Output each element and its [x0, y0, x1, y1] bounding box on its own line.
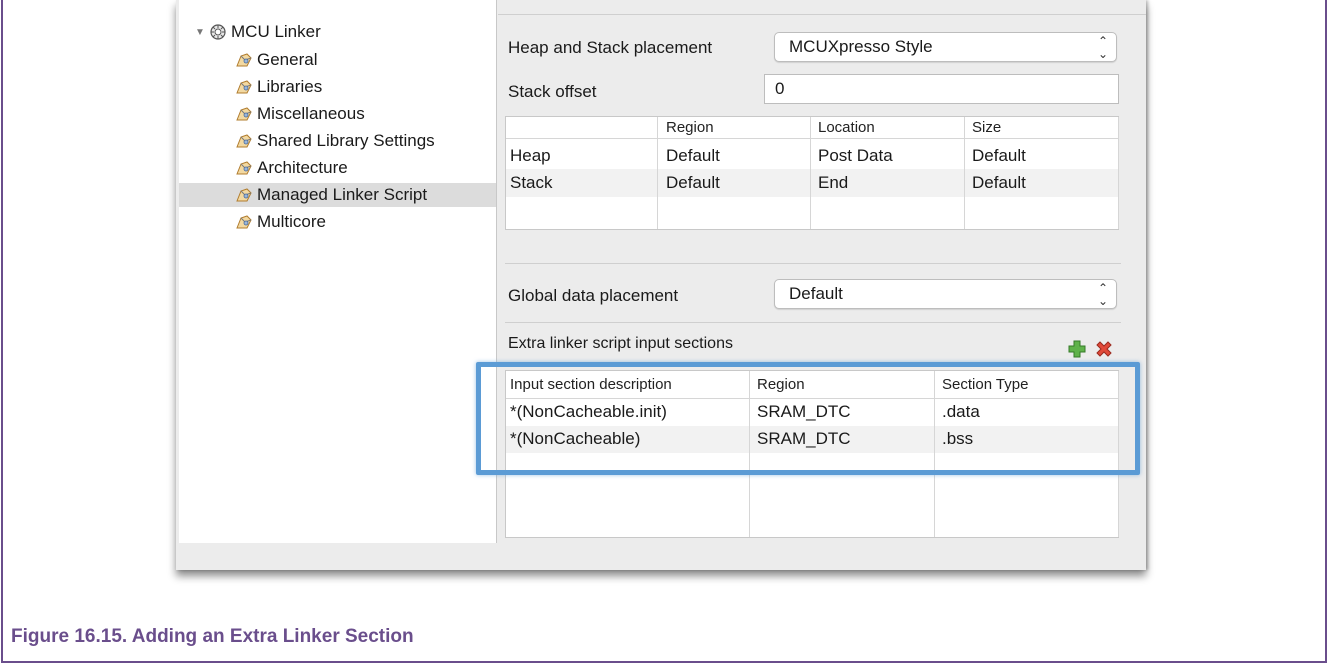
tree-item-label: Libraries: [257, 77, 323, 96]
package-icon: [235, 213, 255, 231]
select-value: MCUXpresso Style: [789, 37, 933, 56]
heap-stack-placement-label: Heap and Stack placement: [508, 38, 713, 57]
package-icon: [235, 51, 255, 69]
table-cell[interactable]: Post Data: [818, 146, 893, 166]
updown-arrows-icon: ⌃ ⌄: [1097, 281, 1108, 308]
global-data-placement-select[interactable]: Default ⌃ ⌄: [774, 279, 1117, 309]
gear-icon: [209, 23, 229, 41]
tree-root-label: MCU Linker: [231, 22, 321, 41]
settings-screenshot: ▼ MCU Linker General Libraries Miscellan…: [176, 0, 1146, 570]
extra-sections-label: Extra linker script input sections: [508, 335, 733, 352]
package-icon: [235, 159, 255, 177]
green-plus-icon[interactable]: [1067, 339, 1087, 359]
table-header: [506, 117, 1118, 139]
tree-item-general[interactable]: General: [235, 48, 317, 72]
tree-item-label: Miscellaneous: [257, 104, 365, 123]
column-header[interactable]: Size: [972, 119, 1001, 136]
divider: [505, 263, 1121, 264]
package-icon: [235, 105, 255, 123]
divider: [505, 322, 1121, 323]
heap-stack-table: Region Location Size Heap Default Post D…: [505, 116, 1119, 230]
tree-item-label: General: [257, 50, 318, 69]
tree-item-managed-linker-script[interactable]: Managed Linker Script: [179, 183, 496, 207]
global-data-placement-label: Global data placement: [508, 286, 679, 305]
tree-item-libraries[interactable]: Libraries: [235, 75, 322, 99]
tree-item-label: Shared Library Settings: [257, 131, 435, 150]
red-x-icon[interactable]: [1094, 339, 1114, 359]
expand-triangle-icon[interactable]: ▼: [195, 27, 209, 38]
tree-item-miscellaneous[interactable]: Miscellaneous: [235, 102, 365, 126]
tree-item-label: Multicore: [257, 212, 326, 231]
table-cell[interactable]: Heap: [510, 146, 551, 166]
table-cell[interactable]: Default: [666, 173, 720, 193]
figure-frame: ▼ MCU Linker General Libraries Miscellan…: [1, 0, 1327, 663]
package-icon: [235, 186, 255, 204]
package-icon: [235, 132, 255, 150]
stack-offset-input[interactable]: 0: [764, 74, 1119, 104]
heap-stack-placement-select[interactable]: MCUXpresso Style ⌃ ⌄: [774, 32, 1117, 62]
tree-item-shared-library-settings[interactable]: Shared Library Settings: [235, 129, 435, 153]
table-cell[interactable]: Default: [972, 146, 1026, 166]
table-row-alt: [506, 169, 1118, 197]
column-header[interactable]: Region: [666, 119, 714, 136]
tree-item-multicore[interactable]: Multicore: [235, 210, 326, 234]
table-cell[interactable]: Default: [972, 173, 1026, 193]
tree-item-mcu-linker[interactable]: ▼ MCU Linker: [195, 20, 321, 44]
table-cell[interactable]: Default: [666, 146, 720, 166]
figure-caption: Figure 16.15. Adding an Extra Linker Sec…: [11, 626, 414, 647]
settings-tree: ▼ MCU Linker General Libraries Miscellan…: [179, 0, 497, 543]
package-icon: [235, 78, 255, 96]
tree-item-architecture[interactable]: Architecture: [235, 156, 348, 180]
stack-offset-label: Stack offset: [508, 82, 597, 101]
divider: [498, 14, 1146, 15]
select-value: Default: [789, 284, 843, 303]
tree-item-label: Managed Linker Script: [257, 185, 428, 204]
highlight-box: [476, 362, 1140, 475]
table-cell[interactable]: End: [818, 173, 848, 193]
tree-item-label: Architecture: [257, 158, 348, 177]
column-header[interactable]: Location: [818, 119, 875, 136]
table-cell[interactable]: Stack: [510, 173, 553, 193]
updown-arrows-icon: ⌃ ⌄: [1097, 34, 1108, 61]
